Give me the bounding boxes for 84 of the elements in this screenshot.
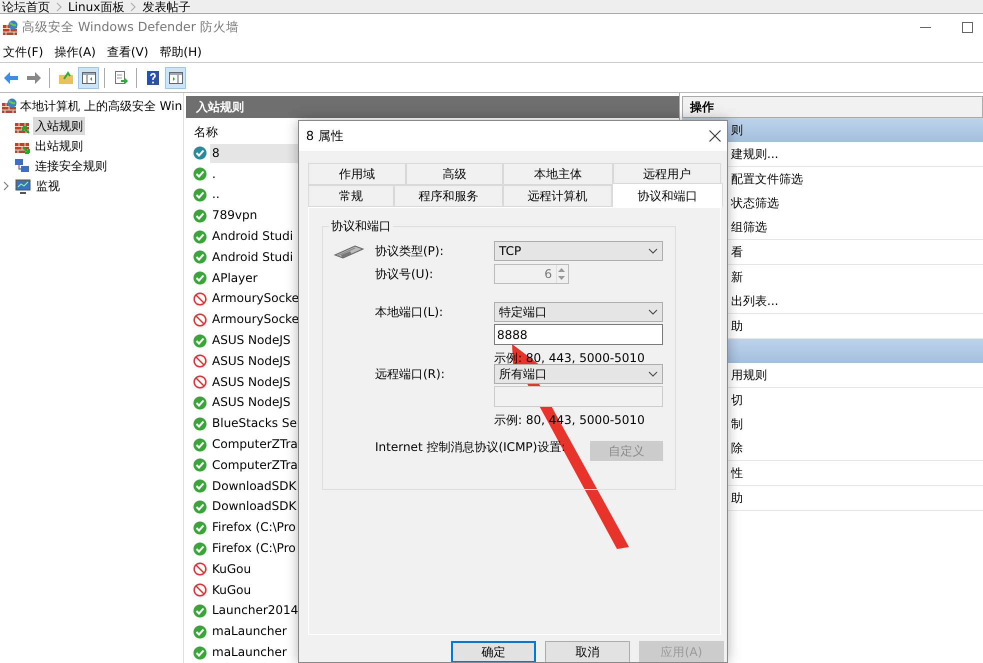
rule-name[interactable]: . — [210, 164, 218, 184]
network-icon — [14, 158, 30, 174]
rule-name[interactable]: Firefox (C:\Pro — [210, 518, 298, 538]
rule-name[interactable]: ASUS NodeJS — [210, 331, 293, 350]
rule-name[interactable]: KuGou — [210, 560, 254, 579]
dropdown-caret-icon — [648, 371, 658, 377]
combo-value: TCP — [499, 243, 522, 260]
monitor-icon — [15, 178, 31, 194]
breadcrumb-link[interactable]: Linux面板 — [62, 0, 130, 14]
forward-arrow-icon — [26, 70, 42, 86]
group-title: 协议和端口 — [329, 218, 393, 234]
tab[interactable]: 远程计算机 — [503, 185, 612, 207]
menu-item[interactable]: 查看(V) — [104, 42, 156, 60]
tree-pane-icon — [80, 70, 96, 86]
rule-name[interactable]: maLauncher — [210, 643, 289, 662]
action-pane-icon — [168, 70, 184, 86]
firewall-icon — [2, 20, 18, 36]
tree-item[interactable]: 本地计算机 上的高级安全 Win — [20, 97, 182, 115]
rule-name[interactable]: ComputerZTra — [210, 456, 300, 475]
tree-item[interactable]: 连接安全规则 — [33, 157, 109, 175]
export-icon — [112, 70, 128, 86]
breadcrumb-link[interactable]: 发表帖子 — [136, 0, 196, 14]
rule-name[interactable]: ArmourySocke — [210, 289, 302, 308]
rule-name[interactable]: Launcher2014 — [210, 601, 300, 620]
tab[interactable]: 协议和端口 — [612, 183, 723, 207]
close-icon — [709, 130, 721, 142]
toolbar-button[interactable] — [165, 66, 186, 88]
local-port-dropdown[interactable]: 特定端口 — [494, 302, 663, 322]
dialog-button[interactable]: 确定 — [451, 641, 536, 662]
dialog-title: 8 属性 — [306, 126, 344, 145]
rule-name[interactable]: Firefox (C:\Pro — [210, 539, 298, 558]
rule-name[interactable]: ASUS NodeJS — [210, 352, 293, 371]
rule-name[interactable]: maLauncher — [210, 622, 289, 642]
rule-name[interactable]: DownloadSDK — [210, 497, 298, 516]
rule-name[interactable]: APlayer — [210, 268, 260, 288]
rule-name[interactable]: ASUS NodeJS — [210, 372, 293, 392]
maximize-icon — [962, 22, 972, 33]
maximize-button[interactable] — [960, 20, 974, 34]
rule-name[interactable]: 789vpn — [210, 206, 260, 226]
toolbar-button[interactable] — [78, 66, 99, 88]
dialog-button[interactable]: 取消 — [545, 641, 630, 662]
back-arrow-icon — [2, 70, 18, 86]
plug-icon — [333, 243, 365, 261]
tab[interactable]: 远程用户 — [613, 163, 721, 185]
menu-item[interactable]: 文件(F) — [0, 42, 52, 60]
tab[interactable]: 高级 — [406, 163, 503, 185]
rule-name[interactable]: DownloadSDK — [210, 476, 298, 496]
rule-name[interactable]: ComputerZTra — [210, 435, 300, 454]
field-label: 远程端口(R): — [375, 366, 446, 383]
tab[interactable]: 作用域 — [308, 163, 406, 185]
rule-name[interactable]: Android Studi — [210, 248, 296, 267]
panel-header: 入站规则 — [186, 96, 679, 118]
folder-up-icon — [58, 70, 74, 86]
rule-name[interactable]: ArmourySocke — [210, 310, 302, 330]
firewall-icon — [1, 98, 17, 114]
protocol-type-dropdown[interactable]: TCP — [494, 241, 663, 261]
combo-value: 特定端口 — [499, 304, 547, 321]
tree-item[interactable]: 监视 — [34, 177, 62, 195]
panel-header: 操作 — [682, 96, 983, 118]
field-label: 协议类型(P): — [375, 243, 445, 260]
menu-item[interactable]: 帮助(H) — [156, 42, 210, 60]
breadcrumb-link[interactable]: 论坛首页 — [2, 0, 56, 14]
menu-item[interactable]: 操作(A) — [51, 42, 104, 60]
tab[interactable]: 程序和服务 — [394, 185, 503, 207]
help-icon — [144, 70, 160, 86]
rule-name[interactable]: Android Studi — [210, 227, 296, 246]
rule-name[interactable]: BlueStacks Se — [210, 414, 299, 434]
tab[interactable]: 常规 — [308, 185, 394, 207]
dropdown-caret-icon — [648, 248, 658, 254]
rule-name[interactable]: KuGou — [210, 580, 254, 600]
port-input-field[interactable]: 8888 — [494, 324, 663, 345]
combo-value: 所有端口 — [499, 366, 547, 383]
tab[interactable]: 本地主体 — [503, 163, 613, 185]
field-label: 协议号(U): — [375, 266, 434, 283]
remote-port-dropdown[interactable]: 所有端口 — [494, 364, 663, 384]
field-label: 本地端口(L): — [375, 304, 444, 321]
close-button[interactable] — [709, 130, 721, 142]
tree-item[interactable]: 出站规则 — [33, 137, 85, 155]
spinner-arrows-icon — [557, 267, 566, 281]
rule-name[interactable]: ASUS NodeJS — [210, 393, 293, 412]
window-title: 高级安全 Windows Defender 防火墙 — [22, 18, 239, 36]
tree-item[interactable]: 入站规则 — [33, 117, 85, 135]
rule-name[interactable]: .. — [210, 185, 222, 204]
dropdown-caret-icon — [648, 309, 658, 315]
